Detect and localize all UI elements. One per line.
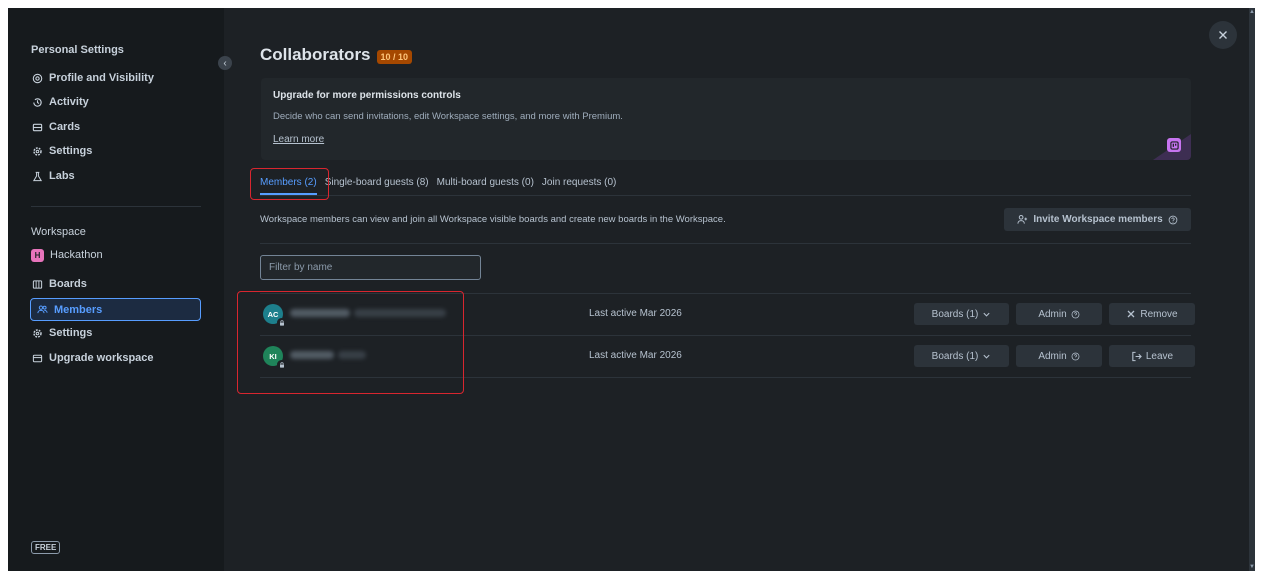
collapse-sidebar-button[interactable]: ‹ <box>218 56 232 70</box>
sidebar-item-labs[interactable]: Labs <box>31 166 75 186</box>
page-header: Collaborators 10 / 10 <box>260 45 413 65</box>
sidebar-item-label: Activity <box>49 96 89 108</box>
invite-label: Invite Workspace members <box>1033 214 1163 225</box>
sidebar-item-upgrade[interactable]: Upgrade workspace <box>31 348 154 368</box>
action-label: Leave <box>1145 350 1174 362</box>
scrollbar[interactable] <box>1249 8 1255 571</box>
lock-icon <box>277 318 286 327</box>
leave-workspace-button[interactable]: Leave <box>1109 345 1195 367</box>
member-initials: AC <box>267 309 279 319</box>
workspace-avatar: H <box>31 248 44 262</box>
member-initials: KI <box>269 351 277 361</box>
workspace-heading: Workspace <box>31 226 86 238</box>
member-role-button[interactable]: Admin <box>1016 303 1102 325</box>
history-icon <box>31 96 43 108</box>
sidebar-item-label: Upgrade workspace <box>49 352 154 364</box>
members-description: Workspace members can view and join all … <box>260 214 726 225</box>
member-boards-button[interactable]: Boards (1) <box>914 345 1009 367</box>
personal-settings-heading: Personal Settings <box>31 44 124 56</box>
remove-member-button[interactable]: Remove <box>1109 303 1195 325</box>
sidebar-item-label: Labs <box>49 170 75 182</box>
sidebar-workspace-name[interactable]: H Hackathon <box>31 245 103 265</box>
sidebar-divider <box>31 206 201 207</box>
chevron-left-icon: ‹ <box>223 57 227 69</box>
invite-workspace-members-button[interactable]: Invite Workspace members <box>1004 208 1191 231</box>
sidebar-item-settings[interactable]: Settings <box>31 141 92 161</box>
role-label: Admin <box>1038 308 1067 320</box>
sidebar-item-boards[interactable]: Boards <box>31 274 87 294</box>
divider <box>260 377 1191 378</box>
member-row: AC Last active Mar 2026 Boards (1) Admin… <box>260 293 1195 335</box>
upgrade-card-icon <box>31 352 43 364</box>
scroll-down-arrow[interactable]: ▼ <box>1249 563 1255 571</box>
tabs-divider <box>260 195 1191 196</box>
close-icon <box>1219 31 1227 39</box>
scroll-up-arrow[interactable]: ▲ <box>1249 8 1255 16</box>
help-icon <box>1071 352 1080 360</box>
sidebar-item-activity[interactable]: Activity <box>31 92 89 112</box>
plan-badge: FREE <box>31 541 61 554</box>
learn-more-link[interactable]: Learn more <box>273 134 324 145</box>
sidebar: Personal Settings Profile and Visibility… <box>8 8 224 571</box>
member-avatar[interactable]: KI <box>263 346 286 369</box>
member-username-redacted <box>354 309 446 317</box>
collaborator-count-badge: 10 / 10 <box>376 49 413 64</box>
role-label: Admin <box>1038 350 1067 362</box>
lock-icon <box>277 360 286 369</box>
add-person-icon <box>1017 214 1028 224</box>
upgrade-banner: Upgrade for more permissions controls De… <box>261 78 1191 160</box>
chevron-down-icon <box>983 312 990 317</box>
member-boards-button[interactable]: Boards (1) <box>914 303 1009 325</box>
sidebar-item-profile[interactable]: Profile and Visibility <box>31 68 154 88</box>
workspace-name: Hackathon <box>50 249 103 261</box>
sidebar-item-workspace-settings[interactable]: Settings <box>31 323 92 343</box>
sidebar-item-label: Settings <box>49 327 93 339</box>
sidebar-item-label: Members <box>54 303 103 316</box>
tab-members[interactable]: Members (2) <box>260 177 317 195</box>
page-title: Collaborators <box>260 45 371 64</box>
tab-join-requests[interactable]: Join requests (0) <box>542 177 616 195</box>
member-row: KI Last active Mar 2026 Boards (1) Admin… <box>260 335 1195 377</box>
member-avatar[interactable]: AC <box>263 304 286 327</box>
help-icon <box>1071 310 1080 318</box>
divider <box>260 243 1191 244</box>
boards-icon <box>31 278 43 290</box>
sidebar-item-label: Settings <box>49 145 93 157</box>
member-last-active: Last active Mar 2026 <box>589 350 682 361</box>
chevron-down-icon <box>983 354 990 359</box>
tab-single-board-guests[interactable]: Single-board guests (8) <box>325 177 429 195</box>
close-modal-button[interactable] <box>1209 21 1237 49</box>
boards-label: Boards (1) <box>931 350 979 362</box>
sidebar-item-members[interactable]: Members <box>30 298 201 321</box>
boards-label: Boards (1) <box>931 308 979 320</box>
card-icon <box>31 121 43 133</box>
member-role-button[interactable]: Admin <box>1016 345 1102 367</box>
sidebar-item-label: Cards <box>49 121 81 133</box>
sidebar-item-label: Profile and Visibility <box>49 72 154 84</box>
member-last-active: Last active Mar 2026 <box>589 308 682 319</box>
member-name-redacted <box>290 309 350 317</box>
member-name-redacted <box>290 351 334 359</box>
sidebar-item-label: Boards <box>49 278 87 290</box>
settings-modal: Personal Settings Profile and Visibility… <box>8 8 1255 571</box>
gear-icon <box>31 327 43 339</box>
gear-icon <box>31 145 43 157</box>
labs-icon <box>31 170 43 182</box>
upgrade-description: Decide who can send invitations, edit Wo… <box>273 111 623 122</box>
members-icon <box>36 304 48 316</box>
help-icon <box>1168 215 1177 224</box>
at-icon <box>31 72 43 84</box>
tab-multi-board-guests[interactable]: Multi-board guests (0) <box>437 177 534 195</box>
action-label: Remove <box>1140 308 1178 320</box>
collaborator-tabs: Members (2) Single-board guests (8) Mult… <box>260 177 616 195</box>
member-username-redacted <box>338 351 366 359</box>
premium-icon <box>1167 138 1181 152</box>
close-icon <box>1127 310 1135 318</box>
leave-icon <box>1132 351 1142 361</box>
upgrade-title: Upgrade for more permissions controls <box>273 90 461 101</box>
filter-by-name-input[interactable] <box>260 255 481 280</box>
sidebar-item-cards[interactable]: Cards <box>31 117 80 137</box>
